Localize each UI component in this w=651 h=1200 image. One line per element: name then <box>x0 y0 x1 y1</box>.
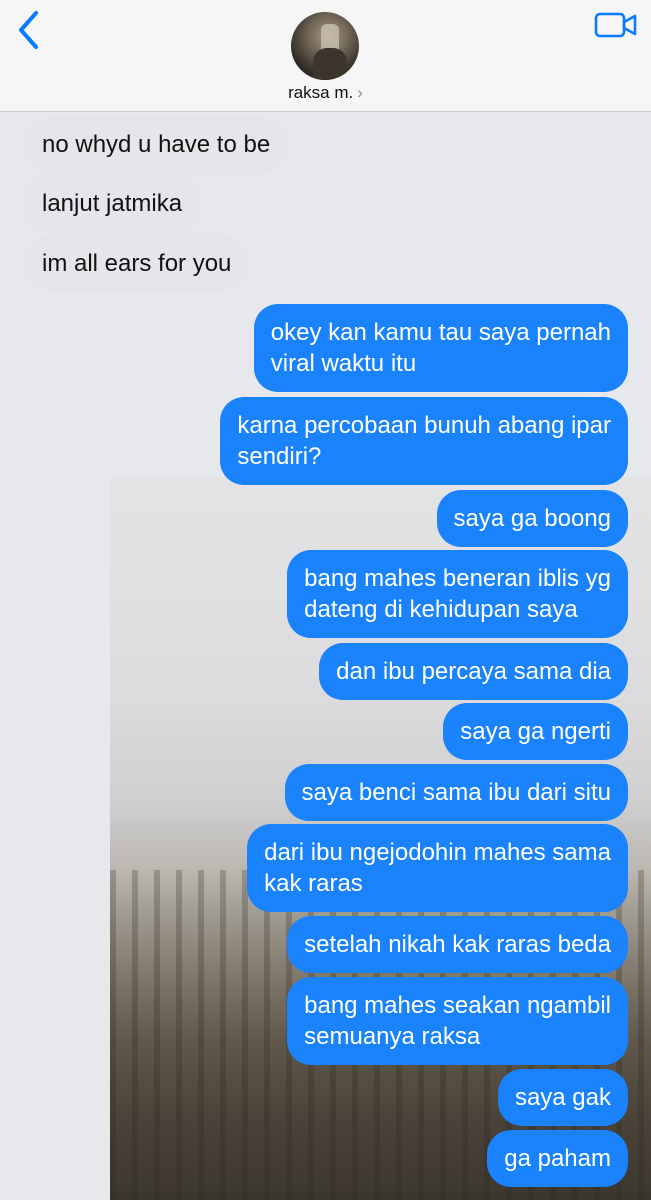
message-bubble-incoming[interactable]: lanjut jatmika <box>25 175 200 232</box>
message-bubble-outgoing[interactable]: bang mahes seakan ngambil semuanya raksa <box>287 977 628 1065</box>
contact-avatar[interactable] <box>291 12 359 80</box>
facetime-video-button[interactable] <box>593 10 639 40</box>
back-button[interactable] <box>10 8 46 52</box>
message-bubble-incoming[interactable]: no whyd u have to be <box>25 116 288 173</box>
message-bubble-outgoing[interactable]: ga paham <box>487 1130 628 1187</box>
message-bubble-outgoing[interactable]: setelah nikah kak raras beda <box>287 916 628 973</box>
message-bubble-outgoing[interactable]: saya benci sama ibu dari situ <box>284 764 628 821</box>
message-bubble-outgoing[interactable]: dari ibu ngejodohin mahes sama kak raras <box>247 824 628 912</box>
message-bubble-outgoing[interactable]: dan ibu percaya sama dia <box>319 643 628 700</box>
message-bubble-outgoing[interactable]: saya ga boong <box>436 490 628 547</box>
video-camera-icon <box>594 12 637 38</box>
chat-header: raksa m. › <box>0 0 651 112</box>
contact-name-button[interactable]: raksa m. › <box>0 82 651 104</box>
chevron-right-icon: › <box>357 83 363 102</box>
message-bubble-outgoing[interactable]: bang mahes beneran iblis yg dateng di ke… <box>287 550 628 638</box>
message-bubble-outgoing[interactable]: karna percobaan bunuh abang ipar sendiri… <box>220 397 628 485</box>
conversation-thread[interactable]: no whyd u have to be lanjut jatmika im a… <box>0 112 651 1200</box>
message-bubble-incoming[interactable]: im all ears for you <box>25 235 249 292</box>
message-bubble-outgoing[interactable]: saya gak <box>497 1069 628 1126</box>
back-chevron-icon <box>19 11 38 49</box>
message-bubble-outgoing[interactable]: okey kan kamu tau saya pernah viral wakt… <box>253 304 628 392</box>
message-bubble-outgoing[interactable]: saya ga ngerti <box>443 703 628 760</box>
contact-name: raksa m. <box>288 83 354 102</box>
